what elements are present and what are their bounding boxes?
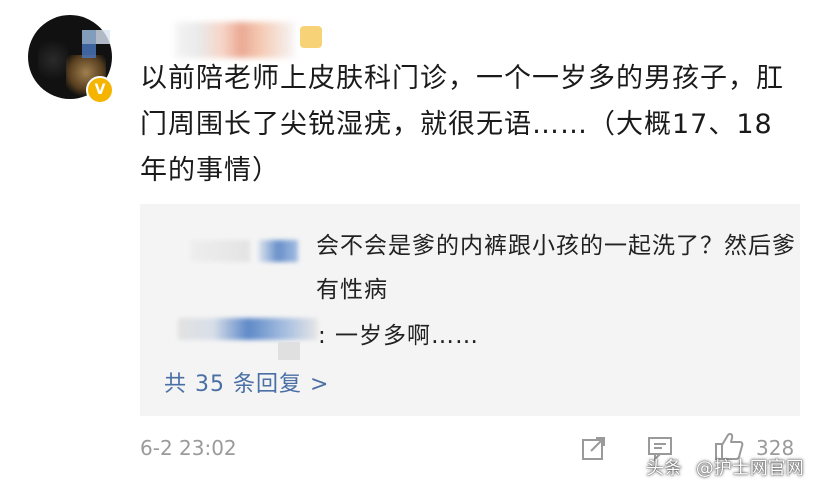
watermark-account: @护士网官网 (695, 458, 804, 479)
watermark-separator (686, 457, 692, 478)
watermark: 头条 @护士网官网 (646, 454, 804, 480)
avatar-mosaic (82, 30, 96, 44)
share-button[interactable] (580, 434, 608, 462)
avatar-mosaic (82, 44, 96, 58)
more-replies-link[interactable]: 共 35 条回复 > (164, 366, 329, 398)
post-timestamp: 6-2 23:02 (140, 436, 237, 460)
watermark-platform: 头条 (646, 458, 682, 479)
reply-text-2: : 一岁多啊…… (318, 323, 480, 349)
reply-author-1[interactable] (258, 240, 298, 262)
reply-author-2-mosaic (278, 342, 300, 360)
verified-badge-icon: V (86, 76, 114, 104)
avatar-shade (38, 35, 68, 85)
username[interactable] (175, 22, 295, 58)
share-icon (582, 437, 605, 460)
reply-author-2[interactable] (178, 318, 318, 340)
vip-badge-icon (300, 26, 322, 48)
avatar-mosaic (96, 30, 110, 44)
reply-text-1-line: 会不会是爹的内裤跟小孩的一起洗了？然后爹有性病 (316, 233, 796, 303)
reply-author-1-extra (190, 240, 250, 262)
post-text: 以前陪老师上皮肤科门诊，一个一岁多的男孩子，肛门周围长了尖锐湿疣，就很无语……（… (140, 63, 784, 186)
